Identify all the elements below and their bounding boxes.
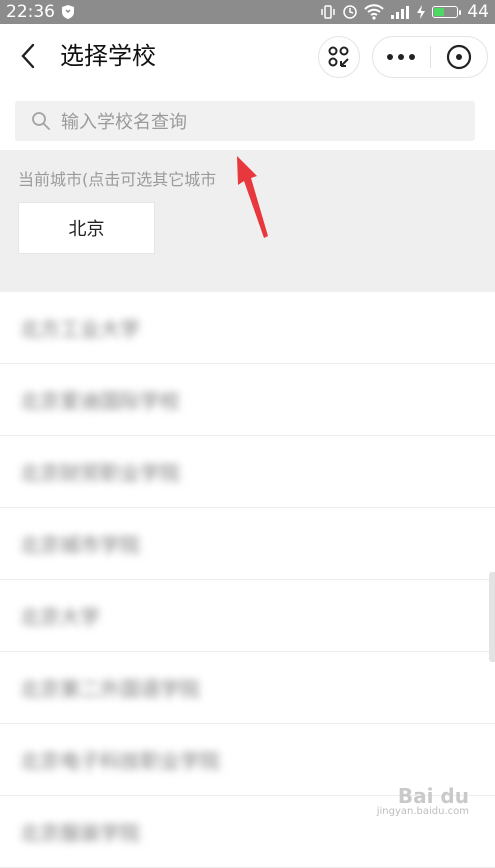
mini-program-capsule [372, 36, 488, 78]
school-name: 北京财贸职业学院 [20, 461, 180, 485]
school-list-item[interactable]: 北京大学 [0, 580, 495, 652]
school-list-item[interactable]: 北京爱迪国际学校 [0, 364, 495, 436]
back-arrow-icon [21, 43, 35, 69]
scroll-indicator [489, 572, 495, 662]
close-button[interactable] [431, 37, 488, 77]
more-icon [387, 54, 416, 60]
search-placeholder: 输入学校名查询 [61, 112, 187, 133]
charging-icon [416, 4, 426, 20]
school-name: 北京服装学院 [20, 821, 140, 845]
close-icon [446, 44, 471, 70]
status-bar: 22:36 44 [0, 0, 495, 24]
school-list: 北方工业大学北京爱迪国际学校 北京财贸职业学院 北京城市学院 北京大学北京第二外国语学… [0, 292, 495, 868]
page-title: 选择学校 [60, 42, 156, 70]
battery-icon [432, 6, 462, 18]
signal-icon [390, 4, 410, 20]
back-button[interactable] [14, 42, 42, 70]
shield-icon [61, 4, 75, 20]
school-name: 北京大学 [20, 605, 100, 629]
city-button[interactable]: 北京 [18, 202, 155, 254]
search-input[interactable]: 输入学校名查询 [15, 101, 475, 141]
school-name: 北京第二外国语学院 [20, 677, 200, 701]
vibrate-icon [320, 4, 336, 20]
school-list-item[interactable]: 北京第二外国语学院 [0, 652, 495, 724]
school-name: 北京爱迪国际学校 [20, 389, 180, 413]
school-name: 北京城市学院 [20, 533, 140, 557]
scan-button[interactable] [318, 36, 360, 78]
baidu-watermark: Bai du jingyan.baidu.com [377, 786, 469, 818]
watermark-url: jingyan.baidu.com [376, 806, 469, 817]
watermark-brand: Bai du [397, 784, 469, 808]
school-name: 北方工业大学 [20, 317, 140, 341]
status-time: 22:36 [6, 2, 55, 22]
current-city-label: 当前城市(点击可选其它城市 [18, 170, 217, 189]
search-icon [32, 112, 50, 130]
alarm-icon [342, 4, 358, 20]
school-list-item[interactable]: 北京城市学院 [0, 508, 495, 580]
scan-icon [328, 46, 349, 67]
school-list-item[interactable]: 北方工业大学 [0, 292, 495, 364]
wifi-icon [364, 4, 385, 20]
nav-header: 选择学校 [0, 24, 495, 88]
school-name: 北京电子科技职业学院 [20, 749, 220, 773]
school-list-item[interactable]: 北京财贸职业学院 [0, 436, 495, 508]
battery-level: 44 [467, 2, 489, 22]
more-button[interactable] [373, 37, 430, 77]
annotation-arrow [237, 156, 268, 238]
